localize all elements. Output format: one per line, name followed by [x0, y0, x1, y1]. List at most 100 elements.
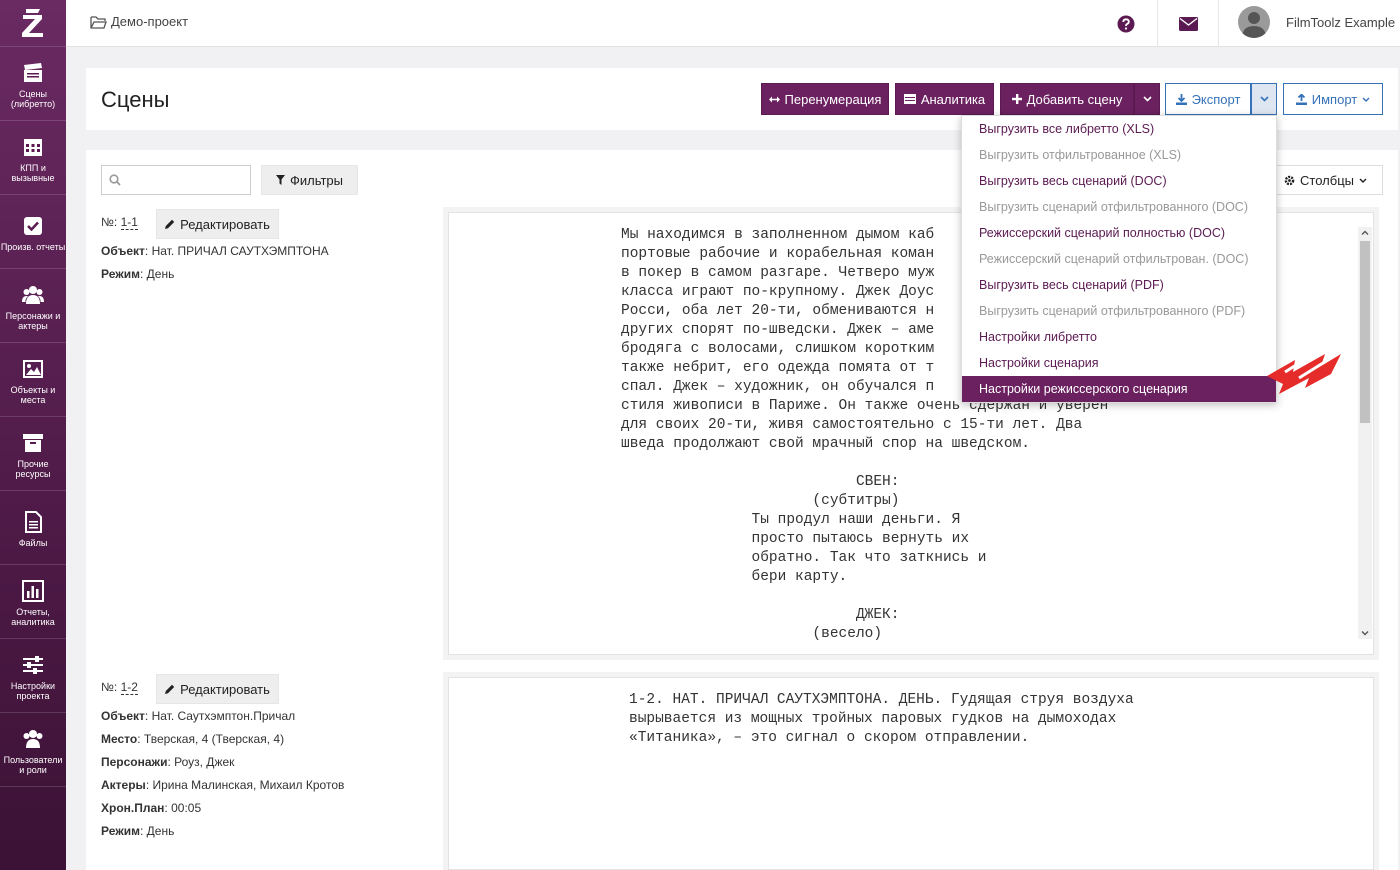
- bar-chart-icon: [22, 580, 44, 602]
- export-menu-item[interactable]: Настройки сценария: [962, 350, 1276, 376]
- sidebar-item-analytics[interactable]: Отчеты, аналитика: [0, 565, 66, 639]
- sidebar-item-label: КПП и вызывные: [11, 163, 55, 183]
- avatar: [1238, 6, 1270, 38]
- image-icon: [23, 360, 43, 378]
- export-menu-item[interactable]: Выгрузить сценарий отфильтрованного (PDF…: [962, 298, 1276, 324]
- export-menu-item[interactable]: Выгрузить весь сценарий (PDF): [962, 272, 1276, 298]
- filters-button[interactable]: Фильтры: [261, 165, 358, 195]
- scene-number[interactable]: 1-2: [120, 680, 138, 695]
- field-key: Актеры: [101, 778, 146, 792]
- sidebar-item-scenes[interactable]: Сцены (либретто): [0, 47, 66, 121]
- sidebar-item-label: Прочие ресурсы: [15, 459, 51, 479]
- scene-field: Объект: Нат. Саутхэмптон.Причал: [101, 709, 296, 723]
- breadcrumb[interactable]: Демо-проект: [90, 14, 188, 29]
- scene-script-text[interactable]: 1-2. НАТ. ПРИЧАЛ САУТХЭМПТОНА. ДЕНЬ. Гуд…: [448, 677, 1374, 870]
- gear-icon: [1284, 175, 1295, 185]
- field-value: Роуз, Джек: [174, 755, 235, 769]
- clapperboard-icon: [24, 63, 42, 82]
- export-menu-item[interactable]: Режиссерский сценарий полностью (DOC): [962, 220, 1276, 246]
- sidebar-item-kpp[interactable]: КПП и вызывные: [0, 121, 66, 195]
- scene-field: Режим: День: [101, 824, 175, 838]
- highlight-arrow-icon: [1267, 350, 1341, 394]
- archive-icon: [23, 434, 43, 452]
- sidebar-item-label: Пользователи и роли: [3, 755, 63, 775]
- envelope-icon: [1178, 16, 1198, 31]
- field-value: Нат. ПРИЧАЛ САУТХЭМПТОНА: [151, 244, 329, 258]
- export-menu-item[interactable]: Настройки либретто: [962, 324, 1276, 350]
- arrows-horizontal-icon: [768, 96, 780, 102]
- upload-icon: [1295, 93, 1307, 105]
- sidebar-item-label: Сцены (либретто): [10, 89, 56, 109]
- edit-label: Редактировать: [180, 681, 270, 697]
- field-key: Режим: [101, 267, 140, 281]
- user-silhouette-icon: [1242, 12, 1266, 38]
- export-menu-item[interactable]: Режиссерский сценарий отфильтрован. (DOC…: [962, 246, 1276, 272]
- sidebar-item-users[interactable]: Пользователи и роли: [0, 713, 66, 787]
- columns-label: Столбцы: [1300, 172, 1354, 188]
- scroll-up-icon[interactable]: [1358, 227, 1372, 239]
- top-bar: Демо-проект FilmToolz Example: [66, 0, 1400, 47]
- help-button[interactable]: [1096, 0, 1156, 47]
- table-icon: [903, 94, 916, 104]
- scrollbar[interactable]: [1358, 227, 1372, 639]
- scene-field: Место: Тверская, 4 (Тверская, 4): [101, 732, 285, 746]
- columns-button[interactable]: Столбцы: [1268, 165, 1383, 195]
- sidebar-item-characters[interactable]: Персонажи и актеры: [0, 269, 66, 343]
- field-key: Объект: [101, 244, 145, 258]
- export-menu-item[interactable]: Выгрузить отфильтрованное (XLS): [962, 142, 1276, 168]
- search-box[interactable]: [101, 165, 251, 195]
- add-scene-dropdown-button[interactable]: [1134, 83, 1160, 115]
- import-button[interactable]: Импорт: [1283, 83, 1383, 115]
- export-menu-item[interactable]: Выгрузить сценарий отфильтрованного (DOC…: [962, 194, 1276, 220]
- user-menu[interactable]: FilmToolz Example: [1238, 6, 1395, 38]
- export-menu-item-director-settings[interactable]: Настройки режиссерского сценария: [962, 376, 1276, 402]
- sidebar-item-reports[interactable]: Произв. отчеты: [0, 195, 66, 269]
- chevron-down-icon: [1362, 97, 1370, 102]
- export-dropdown-button[interactable]: [1251, 83, 1277, 115]
- scene-field: Объект: Нат. ПРИЧАЛ САУТХЭМПТОНА: [101, 244, 329, 258]
- scene-number-label: №:: [101, 215, 118, 229]
- user-name: FilmToolz Example: [1286, 14, 1396, 30]
- edit-scene-button[interactable]: Редактировать: [156, 674, 279, 704]
- export-menu-item[interactable]: Выгрузить весь сценарий (DOC): [962, 168, 1276, 194]
- sidebar-item-objects[interactable]: Объекты и места: [0, 343, 66, 417]
- sidebar-item-resources[interactable]: Прочие ресурсы: [0, 417, 66, 491]
- download-icon: [1175, 93, 1187, 105]
- field-key: Персонажи: [101, 755, 168, 769]
- filters-label: Фильтры: [289, 172, 343, 188]
- analytics-button[interactable]: Аналитика: [895, 83, 994, 115]
- export-button[interactable]: Экспорт: [1165, 83, 1251, 115]
- scene-field: Хрон.План: 00:05: [101, 801, 202, 815]
- field-key: Режим: [101, 824, 140, 838]
- app-logo[interactable]: [0, 0, 66, 47]
- scrollbar-thumb[interactable]: [1360, 241, 1370, 423]
- search-icon: [109, 174, 121, 186]
- export-dropdown-menu: Выгрузить все либретто (XLS) Выгрузить о…: [961, 115, 1277, 403]
- breadcrumb-project[interactable]: Демо-проект: [111, 14, 188, 29]
- sidebar-item-label: Персонажи и актеры: [5, 311, 61, 331]
- calendar-icon: [24, 139, 42, 156]
- field-value: Ирина Малинская, Михаил Кротов: [152, 778, 345, 792]
- add-scene-label: Добавить сцену: [1026, 91, 1123, 107]
- add-scene-button[interactable]: Добавить сцену: [1000, 83, 1134, 115]
- field-value: 00:05: [171, 801, 202, 815]
- field-value: Тверская, 4 (Тверская, 4): [143, 732, 285, 746]
- scene-number[interactable]: 1-1: [120, 215, 138, 230]
- pencil-icon: [165, 684, 175, 694]
- scene-number-label: №:: [101, 680, 118, 694]
- export-menu-item[interactable]: Выгрузить все либретто (XLS): [962, 116, 1276, 142]
- sidebar-item-files[interactable]: Файлы: [0, 491, 66, 565]
- renumber-label: Перенумерация: [784, 91, 882, 107]
- field-key: Место: [101, 732, 138, 746]
- edit-scene-button[interactable]: Редактировать: [156, 209, 279, 239]
- field-value: День: [146, 267, 175, 281]
- messages-button[interactable]: [1158, 0, 1218, 47]
- renumber-button[interactable]: Перенумерация: [761, 83, 889, 115]
- scroll-down-icon[interactable]: [1358, 627, 1372, 639]
- pencil-icon: [165, 219, 175, 229]
- sidebar-item-settings[interactable]: Настройки проекта: [0, 639, 66, 713]
- edit-label: Редактировать: [180, 216, 270, 232]
- search-input[interactable]: [126, 170, 246, 190]
- sidebar-item-label: Настройки проекта: [10, 681, 56, 701]
- checkbox-icon: [24, 217, 42, 235]
